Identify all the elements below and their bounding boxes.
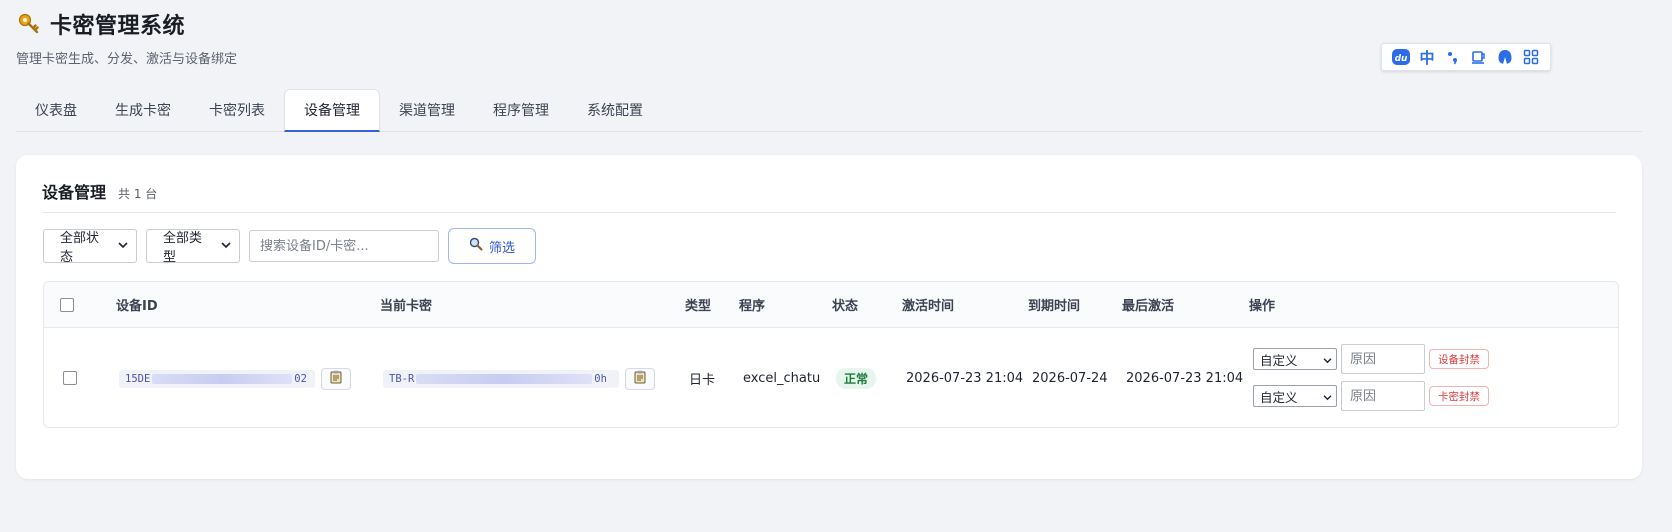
device-table: 设备ID 当前卡密 类型 程序 状态 激活时间 到期时间 最后激活 操作 15D…	[43, 281, 1619, 428]
status-select-value: 全部状态	[60, 231, 100, 265]
skin-icon[interactable]	[1494, 46, 1516, 68]
chevron-down-icon	[118, 241, 128, 252]
col-program: 程序	[739, 299, 766, 314]
type-select-value: 全部类型	[163, 231, 203, 265]
redacted-blur	[416, 374, 593, 384]
tab-device-management[interactable]: 设备管理	[284, 89, 380, 132]
device-ban-group: 自定义 设备封禁	[1253, 344, 1489, 374]
tab-program-management[interactable]: 程序管理	[474, 90, 568, 130]
chevron-down-icon	[221, 241, 231, 252]
page-title: 卡密管理系统	[50, 14, 186, 39]
panel-title: 设备管理	[42, 183, 107, 202]
tab-channel-management[interactable]: 渠道管理	[380, 90, 474, 130]
device-ban-reason-select[interactable]: 自定义	[1253, 348, 1337, 370]
grid-icon[interactable]	[1520, 46, 1542, 68]
svg-text:du: du	[1395, 54, 1408, 64]
ban-device-button[interactable]: 设备封禁	[1429, 349, 1489, 369]
device-id-chip: 15DE 02	[119, 370, 315, 388]
tab-dashboard[interactable]: 仪表盘	[16, 90, 96, 130]
select-all-checkbox[interactable]	[60, 297, 74, 312]
tab-generate-keys[interactable]: 生成卡密	[96, 90, 190, 130]
copy-device-id-button[interactable]	[321, 368, 351, 390]
row-checkbox[interactable]	[63, 371, 77, 385]
key-ban-reason-input[interactable]	[1341, 381, 1425, 411]
cup-icon[interactable]	[1468, 46, 1490, 68]
card-key-suffix: 0h	[594, 373, 607, 385]
card-key-chip: TB-R 0h	[383, 370, 619, 388]
col-activated-at: 激活时间	[902, 299, 955, 314]
ban-key-button[interactable]: 卡密封禁	[1429, 386, 1489, 406]
device-ban-reason-value: 自定义	[1260, 352, 1298, 368]
type-select[interactable]: 全部类型	[146, 229, 240, 265]
device-id-prefix: 15DE	[125, 373, 151, 385]
table-row: 15DE 02 TB-R 0h 日卡 excel_chatu 正常 2026-0…	[44, 328, 1618, 427]
du-logo-icon[interactable]: du	[1390, 46, 1412, 68]
filter-button[interactable]: 筛选	[448, 228, 536, 264]
key-icon	[16, 11, 42, 37]
col-actions: 操作	[1249, 299, 1276, 314]
card-key-prefix: TB-R	[389, 373, 415, 385]
table-header: 设备ID 当前卡密 类型 程序 状态 激活时间 到期时间 最后激活 操作	[44, 282, 1618, 328]
row-activated-at: 2026-07-23 21:04	[906, 370, 1024, 386]
clipboard-icon	[634, 370, 646, 388]
device-ban-reason-input[interactable]	[1341, 344, 1425, 374]
copy-card-key-button[interactable]	[625, 368, 655, 390]
col-card-key: 当前卡密	[380, 299, 433, 314]
chevron-down-icon	[1323, 352, 1332, 367]
status-select[interactable]: 全部状态	[43, 229, 137, 265]
row-expires-at: 2026-07-24	[1032, 370, 1108, 386]
row-program: excel_chatu	[743, 370, 821, 386]
tab-system-config[interactable]: 系统配置	[568, 90, 662, 130]
main-tabs: 仪表盘 生成卡密 卡密列表 设备管理 渠道管理 程序管理 系统配置	[16, 89, 1642, 132]
search-input[interactable]	[249, 230, 439, 262]
col-type: 类型	[685, 299, 712, 314]
chevron-down-icon	[1323, 389, 1332, 404]
col-device-id: 设备ID	[116, 299, 158, 314]
col-status: 状态	[832, 299, 859, 314]
search-icon	[469, 237, 483, 255]
page-subtitle: 管理卡密生成、分发、激活与设备绑定	[16, 52, 238, 67]
filter-bar: 全部状态 全部类型 筛选	[43, 228, 536, 265]
ime-lang-toggle[interactable]: 中	[1416, 46, 1438, 68]
status-badge: 正常	[836, 367, 877, 389]
col-last-activated: 最后激活	[1122, 299, 1175, 314]
row-type: 日卡	[689, 372, 716, 388]
key-ban-reason-value: 自定义	[1260, 389, 1298, 405]
key-ban-group: 自定义 卡密封禁	[1253, 381, 1489, 411]
device-id-suffix: 02	[294, 373, 307, 385]
tab-key-list[interactable]: 卡密列表	[190, 90, 284, 130]
redacted-blur	[152, 374, 293, 384]
row-last-activated: 2026-07-23 21:04	[1126, 370, 1244, 386]
ime-toolbar: du 中	[1381, 43, 1551, 71]
punctuation-icon[interactable]	[1442, 46, 1464, 68]
device-count: 共 1 台	[118, 187, 158, 201]
col-expires-at: 到期时间	[1028, 299, 1081, 314]
filter-button-label: 筛选	[488, 240, 515, 256]
device-panel: 设备管理 共 1 台 全部状态 全部类型 筛选 设备ID 当前卡密	[16, 155, 1642, 479]
clipboard-icon	[330, 370, 342, 388]
divider	[42, 212, 1616, 213]
key-ban-reason-select[interactable]: 自定义	[1253, 385, 1337, 407]
app-header: 卡密管理系统 管理卡密生成、分发、激活与设备绑定	[16, 8, 237, 67]
